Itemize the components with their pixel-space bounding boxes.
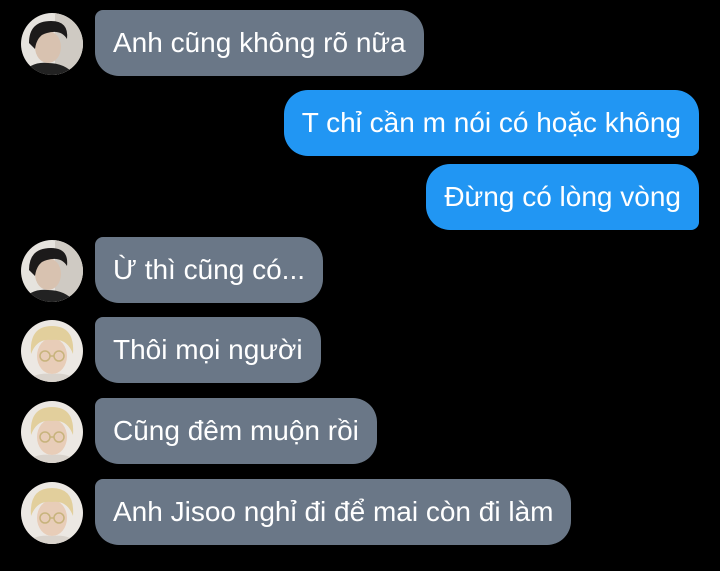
message-text: Anh cũng không rõ nữa xyxy=(113,27,406,58)
blond-man-glasses-avatar-icon xyxy=(21,401,83,463)
incoming-message-bubble[interactable]: Anh cũng không rõ nữa xyxy=(95,10,424,76)
avatar[interactable] xyxy=(21,320,83,382)
message-text: Cũng đêm muộn rồi xyxy=(113,415,359,446)
blond-man-glasses-avatar-icon xyxy=(21,482,83,544)
avatar[interactable] xyxy=(21,13,83,75)
avatar[interactable] xyxy=(21,401,83,463)
blond-man-glasses-avatar-icon xyxy=(21,320,83,382)
outgoing-message-bubble[interactable]: T chỉ cần m nói có hoặc không xyxy=(283,90,699,156)
message-text: Thôi mọi người xyxy=(113,334,303,365)
dark-haired-man-avatar-icon xyxy=(21,13,83,75)
message-text: Ừ thì cũng có... xyxy=(113,254,306,285)
incoming-message-bubble[interactable]: Thôi mọi người xyxy=(95,317,321,383)
outgoing-message-bubble[interactable]: Đừng có lòng vòng xyxy=(426,164,699,230)
avatar[interactable] xyxy=(21,482,83,544)
incoming-message-bubble[interactable]: Cũng đêm muộn rồi xyxy=(95,398,377,464)
message-text: Đừng có lòng vòng xyxy=(444,181,681,212)
message-text: Anh Jisoo nghỉ đi để mai còn đi làm xyxy=(113,496,554,527)
message-text: T chỉ cần m nói có hoặc không xyxy=(301,107,681,138)
incoming-message-bubble[interactable]: Ừ thì cũng có... xyxy=(95,237,324,303)
incoming-message-bubble[interactable]: Anh Jisoo nghỉ đi để mai còn đi làm xyxy=(95,479,572,545)
dark-haired-man-avatar-icon xyxy=(21,240,83,302)
avatar[interactable] xyxy=(21,240,83,302)
